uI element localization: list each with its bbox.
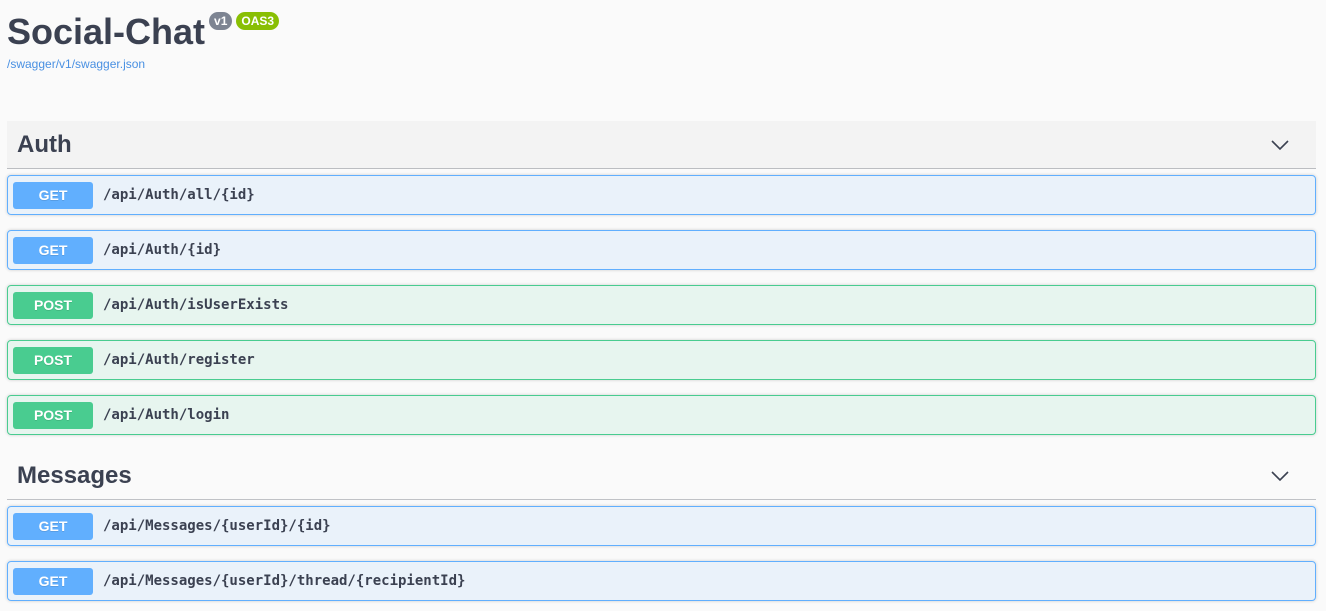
operation-path: /api/Messages/{userId}/thread/{recipient… xyxy=(103,573,466,589)
swagger-json-link[interactable]: /swagger/v1/swagger.json xyxy=(7,57,279,71)
operation-row[interactable]: POST /api/Auth/login xyxy=(7,395,1316,435)
method-badge: POST xyxy=(13,401,93,429)
operation-row[interactable]: POST /api/Auth/isUserExists xyxy=(7,285,1316,325)
method-badge: GET xyxy=(13,236,93,264)
method-badge: GET xyxy=(13,567,93,595)
operation-row[interactable]: POST /api/Auth/register xyxy=(7,340,1316,380)
operation-path: /api/Auth/register xyxy=(103,352,255,368)
version-badge: v1 xyxy=(209,12,233,30)
chevron-down-icon[interactable] xyxy=(1270,466,1290,486)
tag-header-messages[interactable]: Messages xyxy=(7,452,1316,500)
title-row: Social-Chat v1 OAS3 xyxy=(7,10,280,54)
operation-row[interactable]: GET /api/Messages/{userId}/thread/{recip… xyxy=(7,561,1316,601)
page-title: Social-Chat xyxy=(7,11,206,52)
operation-path: /api/Auth/isUserExists xyxy=(103,297,289,313)
tag-section-messages: Messages GET /api/Messages/{userId}/{id}… xyxy=(7,452,1316,601)
method-badge: GET xyxy=(13,512,93,540)
oas-badge: OAS3 xyxy=(236,12,280,30)
operation-path: /api/Auth/{id} xyxy=(103,242,222,258)
tag-title: Auth xyxy=(17,130,72,158)
operation-path: /api/Auth/all/{id} xyxy=(103,187,255,203)
operation-row[interactable]: GET /api/Auth/all/{id} xyxy=(7,175,1316,215)
tag-section-auth: Auth GET /api/Auth/all/{id} GET /api/Aut… xyxy=(7,121,1316,435)
tag-header-auth[interactable]: Auth xyxy=(7,121,1316,169)
method-badge: POST xyxy=(13,291,93,319)
method-badge: POST xyxy=(13,346,93,374)
chevron-down-icon[interactable] xyxy=(1270,135,1290,155)
operation-path: /api/Auth/login xyxy=(103,407,230,423)
operation-row[interactable]: GET /api/Auth/{id} xyxy=(7,230,1316,270)
operation-row[interactable]: GET /api/Messages/{userId}/{id} xyxy=(7,506,1316,546)
api-info: Social-Chat v1 OAS3 /swagger/v1/swagger.… xyxy=(7,10,280,71)
method-badge: GET xyxy=(13,181,93,209)
tag-title: Messages xyxy=(17,461,132,489)
operation-path: /api/Messages/{userId}/{id} xyxy=(103,518,331,534)
